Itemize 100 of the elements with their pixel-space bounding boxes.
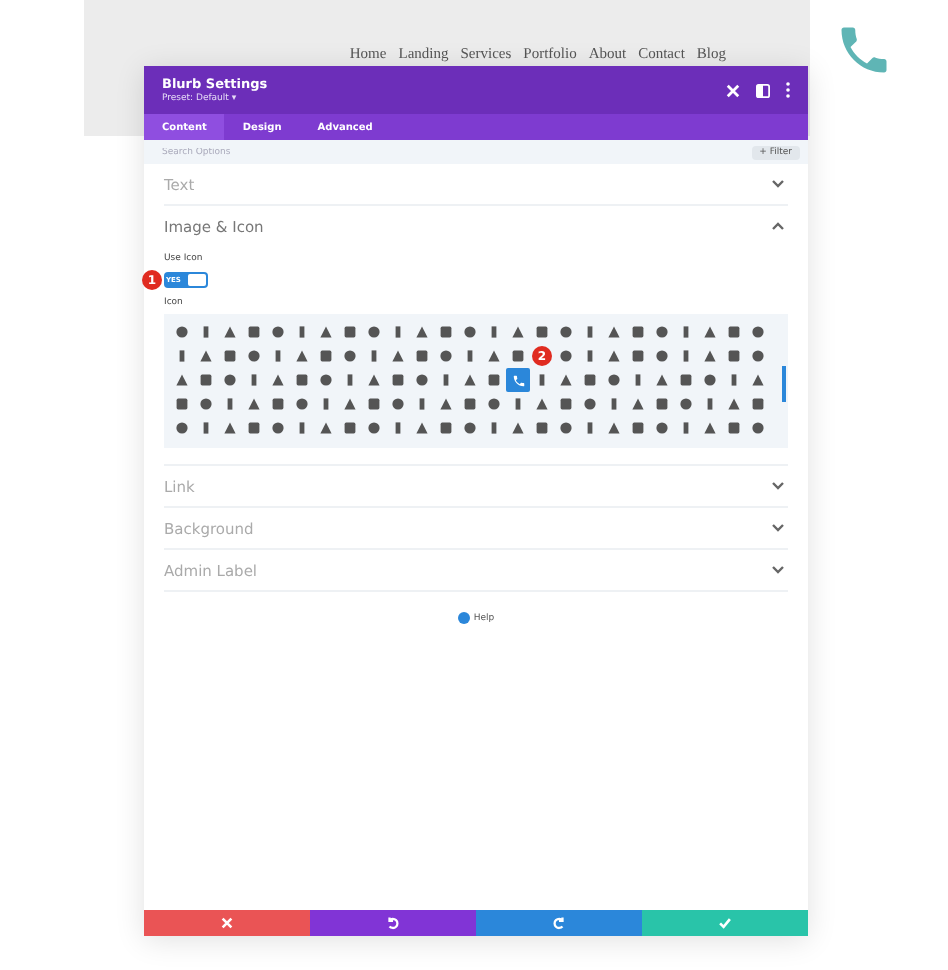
circle-icon [368,326,380,338]
circle-icon [320,374,332,386]
square-icon [176,398,188,410]
bar-icon [392,422,404,434]
bar-icon [320,398,332,410]
bar-icon [728,374,740,386]
bar-icon [584,422,596,434]
square-icon [440,326,452,338]
square-icon [392,374,404,386]
circle-icon [656,326,668,338]
circle-icon [272,326,284,338]
circle-icon [224,374,236,386]
bar-icon [512,398,524,410]
circle-icon [488,398,500,410]
square-icon [512,350,524,362]
square-icon [656,398,668,410]
square-icon [200,374,212,386]
close-icon[interactable] [726,83,740,97]
save-icon [718,916,732,930]
bar-icon [176,350,188,362]
square-icon [728,326,740,338]
circle-icon [560,350,572,362]
bar-icon [680,350,692,362]
circle-icon [560,422,572,434]
bar-icon [680,422,692,434]
square-icon [560,398,572,410]
chevron-icon[interactable] [772,524,784,532]
circle-icon [464,422,476,434]
discard-icon [220,916,234,930]
circle-icon [272,422,284,434]
square-icon [248,326,260,338]
circle-icon [656,422,668,434]
bar-icon [248,374,260,386]
bar-icon [464,350,476,362]
bar-icon [488,326,500,338]
circle-icon [680,398,692,410]
bar-icon [272,350,284,362]
circle-icon [368,422,380,434]
bar-icon [416,398,428,410]
square-icon [248,422,260,434]
square-icon [296,374,308,386]
circle-icon [752,422,764,434]
square-icon [344,326,356,338]
bar-icon [584,326,596,338]
bar-icon [680,326,692,338]
square-icon [536,422,548,434]
square-icon [632,422,644,434]
square-icon [680,374,692,386]
bar-icon [704,398,716,410]
bar-icon [200,326,212,338]
bar-icon [632,374,644,386]
circle-icon [176,326,188,338]
scrollbar[interactable] [782,366,786,402]
circle-icon [200,398,212,410]
chevron-icon[interactable] [772,566,784,574]
bar-icon [344,374,356,386]
square-icon [752,398,764,410]
bar-icon [440,374,452,386]
square-icon [416,350,428,362]
square-icon [728,350,740,362]
chevron-icon[interactable] [772,180,784,188]
circle-icon [752,350,764,362]
circle-icon [608,374,620,386]
bar-icon [536,374,548,386]
square-icon [368,398,380,410]
circle-icon [704,374,716,386]
circle-icon [296,398,308,410]
chevron-icon[interactable] [772,482,784,490]
square-icon [536,326,548,338]
bar-icon [200,422,212,434]
square-icon [728,422,740,434]
bar-icon [296,422,308,434]
bar-icon [488,422,500,434]
phone-icon [511,373,525,387]
bar-icon [296,326,308,338]
circle-icon [584,398,596,410]
bar-icon [584,350,596,362]
square-icon [584,374,596,386]
circle-icon [344,350,356,362]
circle-icon [176,422,188,434]
help-icon [457,612,470,624]
bar-icon [224,398,236,410]
square-icon [632,350,644,362]
square-icon [440,422,452,434]
circle-icon [464,326,476,338]
redo-icon [552,916,566,930]
square-icon [632,326,644,338]
icon-option[interactable] [506,368,530,392]
split-view-icon[interactable] [756,83,770,97]
chevron-icon[interactable] [772,222,784,230]
square-icon [344,422,356,434]
circle-icon [440,350,452,362]
circle-icon [752,326,764,338]
circle-icon [560,326,572,338]
square-icon [272,398,284,410]
square-icon [320,350,332,362]
undo-icon [386,916,400,930]
square-icon [224,350,236,362]
circle-icon [392,398,404,410]
bar-icon [608,398,620,410]
